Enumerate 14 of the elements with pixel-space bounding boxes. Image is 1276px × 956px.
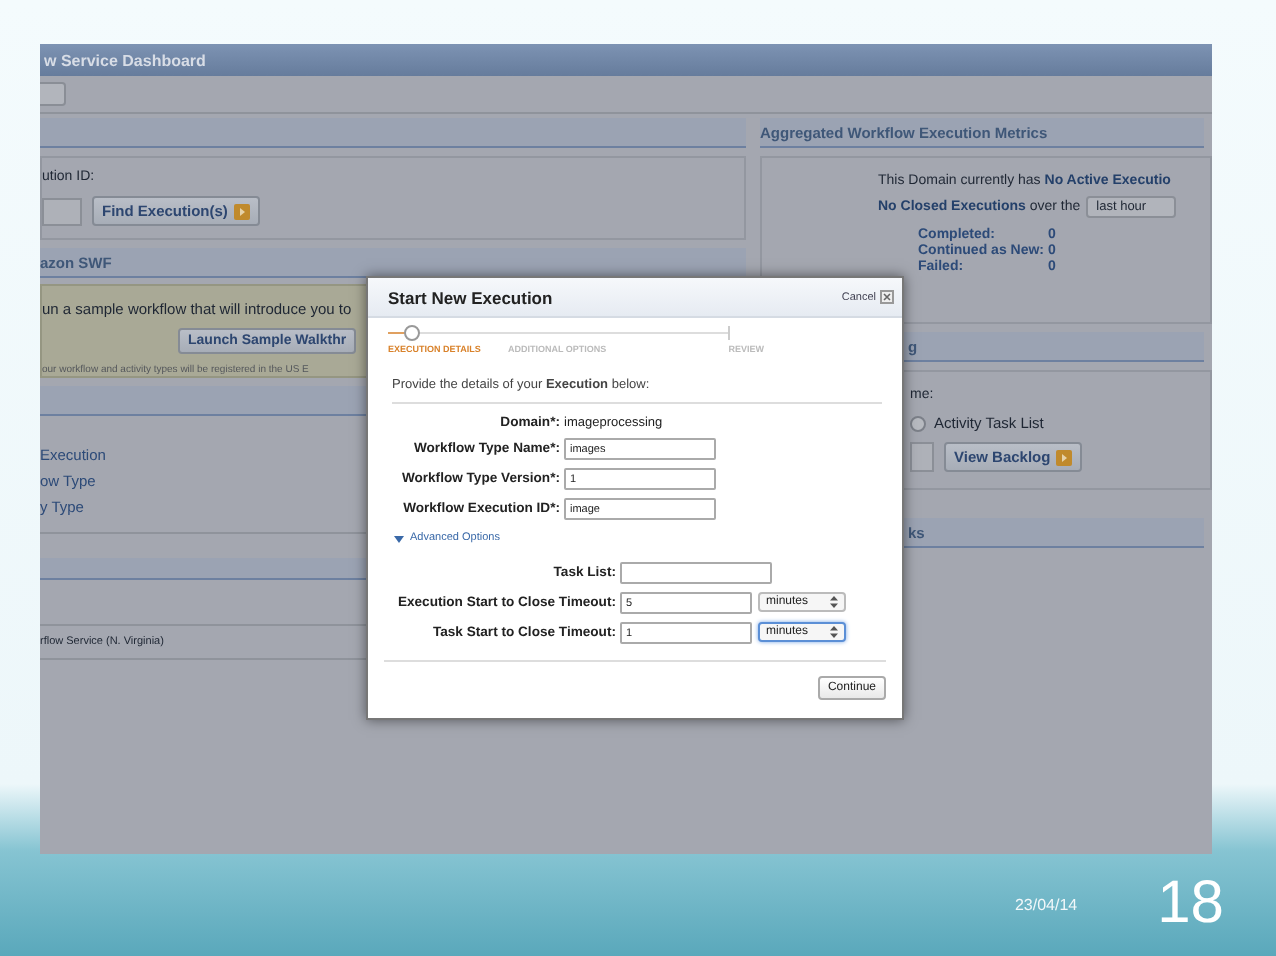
- dashboard-title: w Service Dashboard: [44, 51, 206, 69]
- slide-date: 23/04/14: [1014, 895, 1078, 913]
- dropdown-icon[interactable]: [40, 82, 66, 106]
- radio-button[interactable]: [910, 415, 926, 431]
- slide-number: 18: [1157, 870, 1224, 938]
- arrow-icon: [233, 203, 250, 219]
- execution-id-field[interactable]: [42, 197, 82, 225]
- arrow-icon: [1056, 449, 1073, 465]
- select-arrows-icon: [830, 626, 838, 638]
- text-field[interactable]: [620, 562, 772, 584]
- select-arrows-icon: [830, 596, 838, 608]
- close-icon[interactable]: [880, 290, 894, 304]
- dialog-title: Start New Execution: [388, 287, 553, 307]
- task-list-field[interactable]: [910, 442, 934, 472]
